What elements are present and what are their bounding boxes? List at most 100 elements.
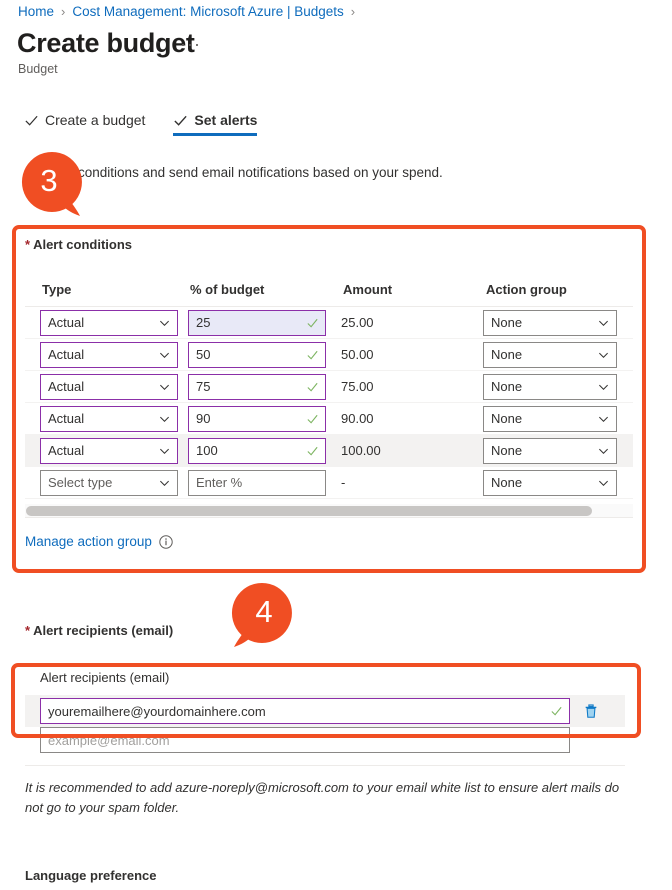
percent-of-budget-input[interactable]: 75 bbox=[188, 373, 326, 400]
type-dropdown[interactable]: Select type bbox=[40, 469, 178, 496]
action-group-dropdown[interactable]: None bbox=[483, 469, 617, 496]
percent-value: 50 bbox=[196, 347, 211, 362]
checkmark-icon bbox=[550, 705, 563, 718]
breadcrumb: Home › Cost Management: Microsoft Azure … bbox=[18, 4, 362, 19]
alert-recipients-card-header: Alert recipients (email) bbox=[40, 670, 170, 685]
column-header-percent: % of budget bbox=[190, 282, 265, 297]
amount-value: 25.00 bbox=[341, 314, 374, 330]
percent-of-budget-input[interactable]: 100 bbox=[188, 437, 326, 464]
email-field[interactable]: youremailhere@yourdomainhere.com bbox=[40, 698, 570, 724]
alert-conditions-label: * Alert conditions bbox=[25, 237, 132, 252]
chevron-down-icon bbox=[598, 413, 609, 424]
action-group-dropdown[interactable]: None bbox=[483, 309, 617, 336]
chevron-down-icon bbox=[159, 413, 170, 424]
percent-of-budget-input[interactable]: Enter % bbox=[188, 469, 326, 496]
breadcrumb-separator-icon: › bbox=[61, 4, 66, 19]
type-dropdown[interactable]: Actual bbox=[40, 341, 178, 368]
chevron-down-icon bbox=[598, 477, 609, 488]
percent-value: Enter % bbox=[196, 475, 243, 490]
tab-set-alerts[interactable]: Set alerts bbox=[173, 112, 258, 136]
tab-label: Set alerts bbox=[194, 112, 258, 128]
alert-recipient-row: youremailhere@yourdomainhere.com bbox=[25, 695, 625, 727]
label-text: Alert conditions bbox=[33, 237, 133, 252]
language-preference-label: Language preference bbox=[25, 868, 157, 883]
action-group-dropdown[interactable]: None bbox=[483, 437, 617, 464]
action-group-value: None bbox=[491, 475, 523, 490]
type-value: Select type bbox=[48, 475, 113, 490]
action-group-value: None bbox=[491, 411, 523, 426]
action-group-value: None bbox=[491, 315, 523, 330]
action-group-dropdown[interactable]: None bbox=[483, 373, 617, 400]
more-options-button[interactable]: ··· bbox=[180, 34, 201, 55]
table-row: Actual 90 90.00 None bbox=[25, 403, 633, 435]
amount-value: 90.00 bbox=[341, 410, 374, 426]
tab-create-a-budget[interactable]: Create a budget bbox=[24, 112, 145, 136]
percent-value: 100 bbox=[196, 443, 218, 458]
type-value: Actual bbox=[48, 347, 85, 362]
email-field-new[interactable]: example@email.com bbox=[40, 727, 570, 753]
breadcrumb-item-home[interactable]: Home bbox=[18, 4, 54, 19]
checkmark-icon bbox=[306, 444, 319, 457]
check-icon bbox=[173, 113, 188, 128]
alert-conditions-table: Type % of budget Amount Action group Act… bbox=[25, 282, 633, 499]
percent-of-budget-input[interactable]: 90 bbox=[188, 405, 326, 432]
type-dropdown[interactable]: Actual bbox=[40, 309, 178, 336]
type-value: Actual bbox=[48, 379, 85, 394]
check-icon bbox=[24, 113, 39, 128]
chevron-down-icon bbox=[159, 349, 170, 360]
action-group-dropdown[interactable]: None bbox=[483, 341, 617, 368]
chevron-down-icon bbox=[598, 381, 609, 392]
type-dropdown[interactable]: Actual bbox=[40, 405, 178, 432]
callout-number: 4 bbox=[255, 594, 273, 629]
callout-number: 3 bbox=[40, 163, 58, 198]
checkmark-icon bbox=[306, 412, 319, 425]
scrollbar-thumb[interactable] bbox=[26, 506, 592, 516]
chevron-down-icon bbox=[598, 445, 609, 456]
manage-action-group-row: Manage action group bbox=[25, 534, 173, 549]
amount-value: - bbox=[341, 474, 346, 490]
table-header-row: Type % of budget Amount Action group bbox=[25, 282, 633, 307]
chevron-down-icon bbox=[598, 349, 609, 360]
amount-value: 50.00 bbox=[341, 346, 374, 362]
action-group-value: None bbox=[491, 379, 523, 394]
column-header-amount: Amount bbox=[343, 282, 393, 297]
chevron-down-icon bbox=[598, 317, 609, 328]
type-value: Actual bbox=[48, 443, 85, 458]
alert-recipients-card: Alert recipients (email) youremailhere@y… bbox=[25, 670, 625, 753]
action-group-dropdown[interactable]: None bbox=[483, 405, 617, 432]
table-row: Actual 25 25.00 None bbox=[25, 307, 633, 339]
checkmark-icon bbox=[306, 380, 319, 393]
section-description: Set alert conditions and send email noti… bbox=[24, 165, 443, 180]
checkmark-icon bbox=[306, 348, 319, 361]
wizard-tabs: Create a budget Set alerts bbox=[24, 112, 285, 136]
amount-value: 100.00 bbox=[341, 442, 381, 458]
percent-of-budget-input[interactable]: 25 bbox=[188, 309, 326, 336]
chevron-down-icon bbox=[159, 477, 170, 488]
manage-action-group-link[interactable]: Manage action group bbox=[25, 534, 152, 549]
required-marker: * bbox=[25, 237, 31, 252]
percent-value: 90 bbox=[196, 411, 211, 426]
table-row: Select type Enter % - None bbox=[25, 467, 633, 499]
table-row: Actual 50 50.00 None bbox=[25, 339, 633, 371]
action-group-value: None bbox=[491, 347, 523, 362]
percent-value: 75 bbox=[196, 379, 211, 394]
chevron-down-icon bbox=[159, 381, 170, 392]
horizontal-scrollbar[interactable] bbox=[25, 504, 633, 518]
chevron-down-icon bbox=[159, 317, 170, 328]
callout-badge-4: 4 bbox=[228, 581, 296, 649]
breadcrumb-separator-icon: › bbox=[350, 4, 356, 19]
email-value: youremailhere@yourdomainhere.com bbox=[48, 703, 266, 719]
trash-icon[interactable] bbox=[580, 700, 602, 722]
tab-label: Create a budget bbox=[45, 112, 146, 128]
type-dropdown[interactable]: Actual bbox=[40, 437, 178, 464]
column-header-action-group: Action group bbox=[486, 282, 567, 297]
breadcrumb-item-cost-management[interactable]: Cost Management: Microsoft Azure | Budge… bbox=[72, 4, 343, 19]
column-header-type: Type bbox=[42, 282, 72, 297]
checkmark-icon bbox=[306, 316, 319, 329]
table-row: Actual 75 75.00 None bbox=[25, 371, 633, 403]
type-value: Actual bbox=[48, 315, 85, 330]
info-circle-icon[interactable] bbox=[159, 534, 173, 549]
percent-of-budget-input[interactable]: 50 bbox=[188, 341, 326, 368]
type-dropdown[interactable]: Actual bbox=[40, 373, 178, 400]
table-row: Actual 100 100.00 None bbox=[25, 435, 633, 467]
